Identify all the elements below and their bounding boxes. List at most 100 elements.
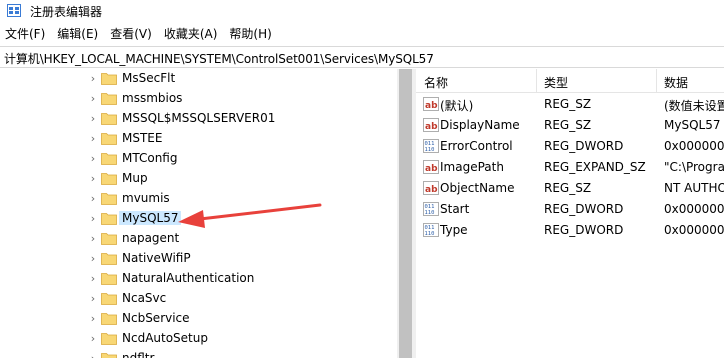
tree-item[interactable]: › NcbService <box>0 309 397 329</box>
value-row[interactable]: 011110Start REG_DWORD 0x0000000 <box>416 199 724 220</box>
folder-icon <box>101 273 117 285</box>
menu-view[interactable]: 查看(V) <box>104 24 158 44</box>
svg-text:ab: ab <box>425 185 438 195</box>
tree-item-label: MSTEE <box>122 131 163 145</box>
tree-item[interactable]: › NcaSvc <box>0 289 397 309</box>
value-data: 0x0000001 <box>664 223 724 237</box>
svg-text:110: 110 <box>425 210 435 216</box>
chevron-right-icon[interactable]: › <box>88 253 98 265</box>
tree-scrollbar[interactable] <box>397 69 414 358</box>
value-type: REG_SZ <box>544 97 592 111</box>
tree-item[interactable]: › MSSQL$MSSQLSERVER01 <box>0 109 397 129</box>
tree-item-label: NativeWifiP <box>122 251 191 265</box>
folder-icon <box>101 93 117 105</box>
chevron-right-icon[interactable]: › <box>88 133 98 145</box>
folder-icon <box>101 253 117 265</box>
column-header-data[interactable]: 数据 <box>664 74 688 91</box>
tree-item-label: napagent <box>122 231 180 245</box>
menu-edit[interactable]: 编辑(E) <box>51 24 104 44</box>
tree-item[interactable]: › napagent <box>0 229 397 249</box>
value-row[interactable]: ab (默认) REG_SZ (数值未设置 <box>416 94 724 115</box>
chevron-right-icon[interactable]: › <box>88 333 98 345</box>
string-value-icon: ab <box>423 160 439 174</box>
menu-favorites[interactable]: 收藏夹(A) <box>158 24 224 44</box>
tree-item[interactable]: › NcdAutoSetup <box>0 329 397 349</box>
value-row[interactable]: ab DisplayName REG_SZ MySQL57 <box>416 115 724 136</box>
chevron-right-icon[interactable]: › <box>88 273 98 285</box>
tree-item-label: MSSQL$MSSQLSERVER01 <box>122 111 276 125</box>
chevron-right-icon[interactable]: › <box>88 113 98 125</box>
value-data: 0x0000000 <box>664 202 724 216</box>
value-name: Start <box>440 202 470 216</box>
address-bar[interactable]: 计算机\HKEY_LOCAL_MACHINE\SYSTEM\ControlSet… <box>0 46 724 68</box>
regedit-icon <box>7 4 21 17</box>
tree-item-label: Mup <box>122 171 148 185</box>
value-row[interactable]: ab ImagePath REG_EXPAND_SZ "C:\Progra <box>416 157 724 178</box>
tree-item-label: NcbService <box>122 311 190 325</box>
binary-value-icon: 011110 <box>423 223 439 237</box>
chevron-right-icon[interactable]: › <box>88 293 98 305</box>
tree-item-label: mssmbios <box>122 91 183 105</box>
folder-icon <box>101 353 117 358</box>
value-row[interactable]: ab ObjectName REG_SZ NT AUTHO <box>416 178 724 199</box>
folder-icon <box>101 213 117 225</box>
tree-item-label: MsSecFlt <box>122 71 176 85</box>
column-header-name[interactable]: 名称 <box>424 74 448 91</box>
tree-item-label: ndfltr <box>122 351 155 358</box>
chevron-right-icon[interactable]: › <box>88 93 98 105</box>
chevron-right-icon[interactable]: › <box>88 213 98 225</box>
tree-scrollbar-thumb[interactable] <box>399 69 412 358</box>
tree-item-label: mvumis <box>122 191 170 205</box>
column-divider[interactable] <box>536 69 537 93</box>
value-type: REG_DWORD <box>544 202 624 216</box>
tree-item[interactable]: › MsSecFlt <box>0 69 397 89</box>
key-tree: › MsSecFlt › mssmbios › MSSQL$MSSQLSERVER01 › M… <box>0 69 397 358</box>
string-value-icon: ab <box>423 181 439 195</box>
tree-item-label: NcdAutoSetup <box>122 331 208 345</box>
address-path[interactable]: 计算机\HKEY_LOCAL_MACHINE\SYSTEM\ControlSet… <box>4 50 434 67</box>
svg-text:110: 110 <box>425 147 435 153</box>
menu-bar: 文件(F) 编辑(E) 查看(V) 收藏夹(A) 帮助(H) <box>0 24 724 44</box>
value-type: REG_SZ <box>544 181 592 195</box>
value-row[interactable]: 011110ErrorControl REG_DWORD 0x0000000 <box>416 136 724 157</box>
folder-icon <box>101 133 117 145</box>
tree-item[interactable]: › Mup <box>0 169 397 189</box>
window-title: 注册表编辑器 <box>30 5 103 19</box>
tree-item[interactable]: › MSTEE <box>0 129 397 149</box>
tree-item[interactable]: › NaturalAuthentication <box>0 269 397 289</box>
svg-text:ab: ab <box>425 101 438 111</box>
tree-item[interactable]: › MySQL57 <box>0 209 397 229</box>
tree-item[interactable]: › MTConfig <box>0 149 397 169</box>
column-divider[interactable] <box>656 69 657 93</box>
chevron-right-icon[interactable]: › <box>88 353 98 358</box>
tree-item[interactable]: › mssmbios <box>0 89 397 109</box>
chevron-right-icon[interactable]: › <box>88 233 98 245</box>
value-name: ObjectName <box>440 181 515 195</box>
menu-file[interactable]: 文件(F) <box>0 24 51 44</box>
tree-item[interactable]: › mvumis <box>0 189 397 209</box>
value-name: DisplayName <box>440 118 520 132</box>
menu-help[interactable]: 帮助(H) <box>223 24 277 44</box>
value-name: (默认) <box>440 99 474 113</box>
column-header-type[interactable]: 类型 <box>544 74 568 91</box>
folder-icon <box>101 293 117 305</box>
tree-item-label: MTConfig <box>122 151 178 165</box>
list-header: 名称 类型 数据 <box>416 69 724 93</box>
value-type: REG_SZ <box>544 118 592 132</box>
value-data: MySQL57 <box>664 118 721 132</box>
folder-icon <box>101 333 117 345</box>
tree-item[interactable]: › NativeWifiP <box>0 249 397 269</box>
chevron-right-icon[interactable]: › <box>88 313 98 325</box>
value-data: (数值未设置 <box>664 99 724 113</box>
tree-item[interactable]: › ndfltr <box>0 349 397 358</box>
value-name: ImagePath <box>440 160 504 174</box>
folder-icon <box>101 193 117 205</box>
chevron-right-icon[interactable]: › <box>88 153 98 165</box>
value-row[interactable]: 011110Type REG_DWORD 0x0000001 <box>416 220 724 241</box>
value-data: NT AUTHO <box>664 181 724 195</box>
folder-icon <box>101 153 117 165</box>
chevron-right-icon[interactable]: › <box>88 193 98 205</box>
chevron-right-icon[interactable]: › <box>88 173 98 185</box>
folder-icon <box>101 73 117 85</box>
chevron-right-icon[interactable]: › <box>88 73 98 85</box>
